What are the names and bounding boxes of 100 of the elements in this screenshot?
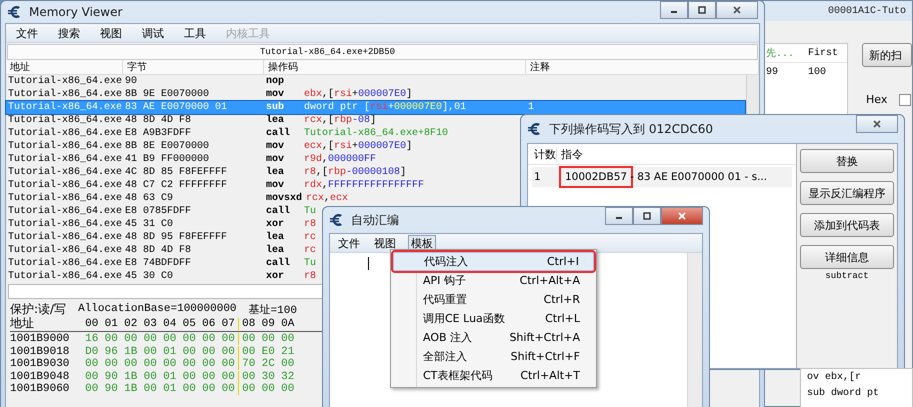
column-header[interactable]: 计数 [528, 146, 556, 162]
dialog-button[interactable]: 详细信息 [800, 245, 894, 269]
menu-item[interactable]: API 钩子 Ctrl+Alt+A [393, 271, 594, 290]
byte-cell-text: 00 [104, 333, 119, 346]
table-cell-text: 1 [533, 171, 542, 183]
address-cell-text: Tutorial-x86_64.exe [7, 219, 123, 230]
operand-text: r8 [304, 219, 316, 230]
address-cell-text: Tutorial-x86_64.exe [7, 193, 123, 204]
maximize-button[interactable] [633, 207, 661, 225]
byte-cell-text: 21 [280, 346, 296, 358]
byte-cell-text: 00 [220, 383, 236, 396]
column-header: 08 [238, 318, 258, 330]
column-header[interactable]: First [808, 48, 846, 58]
disassembly-row[interactable]: Tutorial-x86_64.exe 8B 9E E0070000 mov ebx,[rsi+000007E0] [6, 88, 745, 101]
close-button[interactable] [716, 1, 758, 19]
code-line: ov ebx,[r [807, 372, 862, 385]
menu-item[interactable]: 视图 [372, 236, 398, 250]
column-header[interactable]: 地址 [6, 60, 123, 74]
column-header: 07 [220, 318, 236, 330]
address-cell-text: 1001B9030 [10, 358, 70, 370]
close-icon [677, 212, 687, 220]
dialog-button[interactable]: 显示反汇编程序 [800, 181, 894, 205]
bytes-cell-text: 48 C7 C2 FFFFFFFF [124, 180, 228, 191]
menu-item[interactable]: 文件 [336, 236, 362, 250]
byte-cell-text: 00 [220, 333, 236, 346]
dialog-button[interactable]: 替换 [800, 149, 894, 173]
menu-item[interactable]: 工具 [182, 26, 208, 40]
byte-cell-text: 1B [123, 346, 138, 358]
byte-cell-text: 00 [162, 333, 178, 346]
byte-cell-text: 00 [182, 346, 197, 358]
menu-item[interactable]: 视图 [98, 26, 124, 40]
menu-item[interactable]: 调用CE Lua函数 Ctrl+L [393, 309, 594, 328]
byte-cell-text: 30 [260, 370, 276, 383]
byte-cell-text: 00 [182, 358, 197, 370]
menu-item[interactable]: 代码注入 Ctrl+I [393, 252, 594, 271]
column-header: 02 [123, 318, 138, 330]
bytes-cell-text: 48 63 C9 [124, 193, 174, 204]
text-cursor [368, 257, 369, 270]
column-header[interactable]: 字节 [123, 60, 264, 74]
opcode-text: lea [266, 245, 286, 256]
byte-cell-text: 00 [260, 383, 276, 396]
new-scan-button[interactable]: 新的扫 [862, 43, 912, 67]
address-cell-text: Tutorial-x86_64.exe [7, 89, 123, 100]
close-button[interactable] [856, 115, 898, 133]
bytes-cell-text: 48 8D 4D F8 [124, 115, 192, 126]
minimize-button[interactable] [660, 1, 688, 19]
byte-cell-text: 00 [84, 358, 100, 370]
byte-cell-text: 00 [104, 358, 119, 370]
menu-item[interactable]: CT表框架代码 Ctrl+Alt+T [393, 366, 594, 385]
dialog-button[interactable]: 添加到代码表 [800, 213, 894, 237]
operand-text: dword ptr [rsi+000007E0],01 [304, 102, 466, 113]
opcode-text: call [266, 258, 292, 269]
bytes-cell-text: 41 B9 FF000000 [124, 154, 210, 165]
byte-cell-text: 00 [201, 370, 216, 383]
operand-text: Tu [304, 258, 316, 269]
byte-cell-text: 00 [220, 370, 236, 383]
minimize-button[interactable] [605, 207, 633, 225]
column-header: 09 [260, 318, 276, 330]
close-button[interactable] [661, 207, 703, 225]
menu-item[interactable]: 搜索 [56, 26, 82, 40]
disassembly-row[interactable]: Tutorial-x86_64.exe 90 nop [6, 75, 745, 88]
bytes-cell-text: 48 8D 4D F8 [124, 245, 192, 256]
region-info: 基址=100 [248, 303, 297, 316]
menu-item[interactable]: AOB 注入 Shift+Ctrl+A [393, 328, 594, 347]
column-header[interactable]: 操作码 [264, 60, 526, 74]
byte-cell-text: 00 [201, 346, 216, 358]
opcode-text: mov [266, 154, 286, 165]
byte-cell-text: 00 [201, 358, 216, 370]
operand-text: Tutorial-x86_64.exe+8F10 [304, 128, 448, 139]
byte-cell: 00 [238, 370, 258, 383]
maximize-button[interactable] [688, 1, 716, 19]
byte-cell-text: 90 [104, 383, 119, 396]
column-header: 03 [142, 318, 158, 330]
opcode-text: lea [266, 232, 286, 243]
address-cell-text: Tutorial-x86_64.exe [7, 128, 123, 139]
menu-item[interactable]: 代码重置 Ctrl+R [393, 290, 594, 309]
menu-item[interactable]: 文件 [14, 26, 40, 40]
byte-cell-text: E0 [260, 346, 276, 358]
address-field[interactable]: Tutorial-x86_64.exe+2DB50 [7, 44, 758, 60]
column-header[interactable]: 注释 [526, 60, 759, 74]
byte-cell-text: 00 [220, 358, 236, 370]
menu-item[interactable]: 调试 [140, 26, 166, 40]
byte-cell: 00 [238, 333, 258, 346]
column-header[interactable]: 指令 [556, 146, 761, 162]
hex-checkbox[interactable] [899, 94, 912, 106]
close-icon [732, 6, 742, 14]
menu-item[interactable]: 全部注入 Shift+Ctrl+F [393, 347, 594, 366]
byte-cell-text: 00 [84, 370, 100, 383]
bytes-cell-text: E8 0785FDFF [124, 206, 192, 217]
byte-cell-text: 00 [201, 333, 216, 346]
address-cell-text: Tutorial-x86_64.exe [7, 232, 123, 243]
operand-text: r8,[rbp-00000108] [304, 167, 406, 178]
scrollbar[interactable] [687, 253, 702, 407]
column-header: 00 [84, 318, 100, 330]
opcode-text: xor [266, 271, 286, 282]
table-cell-text: 100 [808, 66, 828, 78]
column-header: 地址 [10, 315, 35, 332]
byte-cell-text: 00 [123, 358, 138, 370]
address-cell-text: Tutorial-x86_64.exe [7, 154, 123, 165]
address-cell-text: Tutorial-x86_64.exe [7, 271, 123, 282]
